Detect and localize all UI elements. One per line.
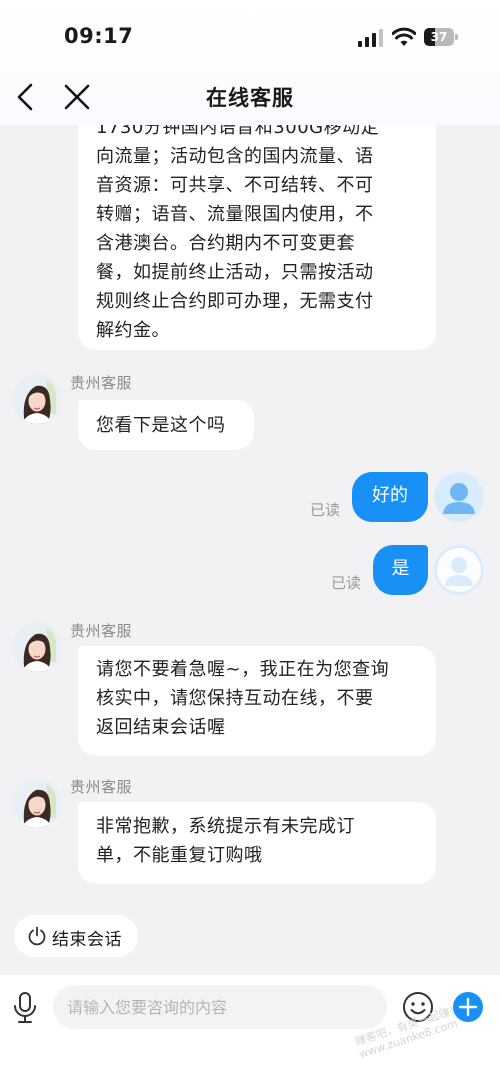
- read-status: 已读: [310, 501, 341, 519]
- sender-name: 贵州客服: [70, 374, 133, 392]
- user-message-bubble: 好的: [352, 472, 428, 522]
- message-line: 非常抱歉，系统提示有未完成订: [96, 816, 355, 837]
- read-status: 已读: [331, 574, 362, 592]
- wifi-icon: [392, 27, 416, 46]
- message-line: 餐，如提前终止活动，只需按活动: [96, 262, 374, 283]
- end-chat-button[interactable]: 结束会话: [14, 915, 138, 957]
- status-time: 09:17: [64, 24, 134, 48]
- message-bubble: 1730分钟国内语音和300G移动定 向流量；活动包含的国内流量、语 音资源：可…: [78, 125, 436, 350]
- user-avatar[interactable]: [434, 545, 484, 595]
- message-line: 1730分钟国内语音和300G移动定: [96, 125, 380, 138]
- status-bar: 09:17 37: [0, 0, 500, 70]
- message-line: 核实中，请您保持互动在线，不要: [96, 688, 374, 709]
- message-bubble: 您看下是这个吗: [78, 400, 254, 450]
- message-bubble: 非常抱歉，系统提示有未完成订 单，不能重复订购哦: [78, 802, 436, 884]
- power-icon: [28, 926, 46, 946]
- message-line: 转赠；语音、流量限国内使用，不: [96, 204, 374, 225]
- microphone-icon[interactable]: [12, 991, 38, 1025]
- cellular-signal-icon: [358, 29, 383, 47]
- agent-avatar[interactable]: [12, 778, 62, 828]
- battery-percent: 37: [430, 30, 448, 44]
- message-line: 规则终止合约即可办理，无需支付: [96, 291, 374, 312]
- page-title: 在线客服: [206, 86, 294, 110]
- sender-name: 贵州客服: [70, 778, 133, 796]
- user-avatar[interactable]: [434, 472, 484, 522]
- message-line: 含港澳台。合约期内不可变更套: [96, 233, 355, 254]
- agent-avatar[interactable]: [12, 374, 62, 424]
- end-chat-label: 结束会话: [52, 930, 122, 950]
- message-line: 音资源：可共享、不可结转、不可: [96, 175, 374, 196]
- user-message-bubble: 是: [373, 545, 428, 595]
- nav-bar: 在线客服: [0, 70, 500, 125]
- message-bubble: 请您不要着急喔~，我正在为您查询 核实中，请您保持互动在线，不要 返回结束会话喔: [78, 646, 436, 756]
- message-text: 好的: [372, 485, 408, 506]
- agent-avatar[interactable]: [12, 622, 62, 672]
- message-input[interactable]: [53, 985, 387, 1029]
- message-line: 向流量；活动包含的国内流量、语: [96, 146, 374, 167]
- header-area: 09:17 37 在线客服: [0, 0, 500, 125]
- battery-indicator: 37: [424, 28, 458, 46]
- sender-name: 贵州客服: [70, 622, 133, 640]
- message-line: 解约金。: [96, 320, 170, 341]
- message-line: 单，不能重复订购哦: [96, 845, 263, 866]
- message-line: 请您不要着急喔~，我正在为您查询: [96, 659, 390, 680]
- chat-area[interactable]: 1730分钟国内语音和300G移动定 向流量；活动包含的国内流量、语 音资源：可…: [0, 125, 500, 975]
- message-text: 您看下是这个吗: [96, 415, 226, 436]
- message-line: 返回结束会话喔: [96, 717, 226, 738]
- message-text: 是: [391, 558, 410, 579]
